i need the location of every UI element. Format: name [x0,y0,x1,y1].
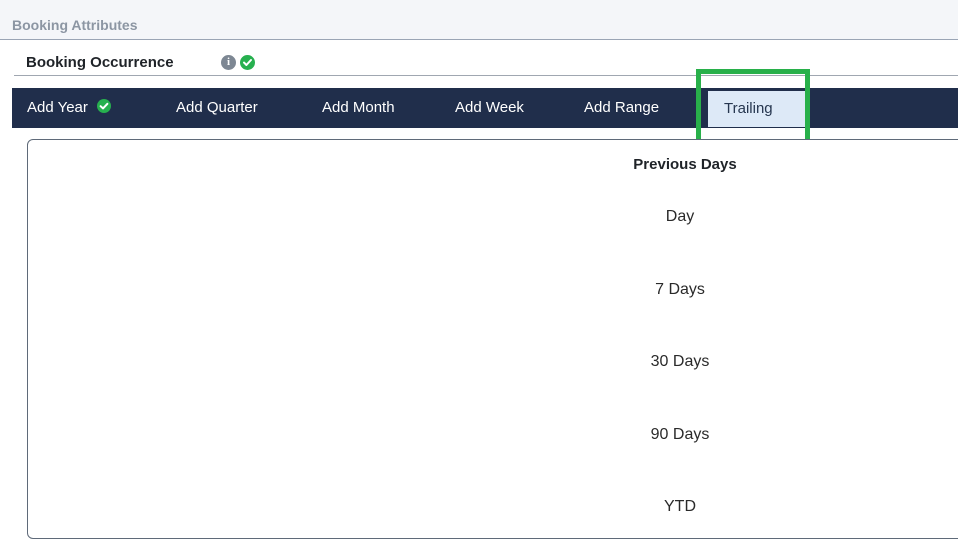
tab-add-week[interactable]: Add Week [455,88,524,128]
tab-label: Add Range [584,99,660,116]
section-title: Booking Attributes [12,17,138,33]
option-30-days[interactable]: 30 Days [640,353,720,371]
option-7-days[interactable]: 7 Days [640,281,720,299]
option-90-days[interactable]: 90 Days [640,426,720,444]
tab-add-year[interactable]: Add Year [27,88,111,128]
subsection-title: Booking Occurrence [26,54,174,71]
check-circle-icon [240,55,255,70]
section-header: Booking Attributes [0,0,958,40]
tab-add-month[interactable]: Add Month [322,88,395,128]
tab-label: Add Year [27,99,88,116]
subsection-header: Booking Occurrence i [14,49,958,76]
tab-label: Add Week [455,99,524,116]
option-ytd[interactable]: YTD [640,498,720,516]
option-day[interactable]: Day [640,208,720,226]
tab-label: Add Month [322,99,395,116]
trailing-panel [27,139,958,539]
tab-bar: Add Year Add Quarter Add Month Add Week … [12,88,958,128]
info-icon[interactable]: i [221,55,236,70]
tab-add-range[interactable]: Add Range [584,88,659,128]
panel-heading: Previous Days [633,156,737,173]
check-circle-icon [96,99,111,114]
tab-add-quarter[interactable]: Add Quarter [176,88,258,128]
tab-label: Add Quarter [176,99,258,116]
